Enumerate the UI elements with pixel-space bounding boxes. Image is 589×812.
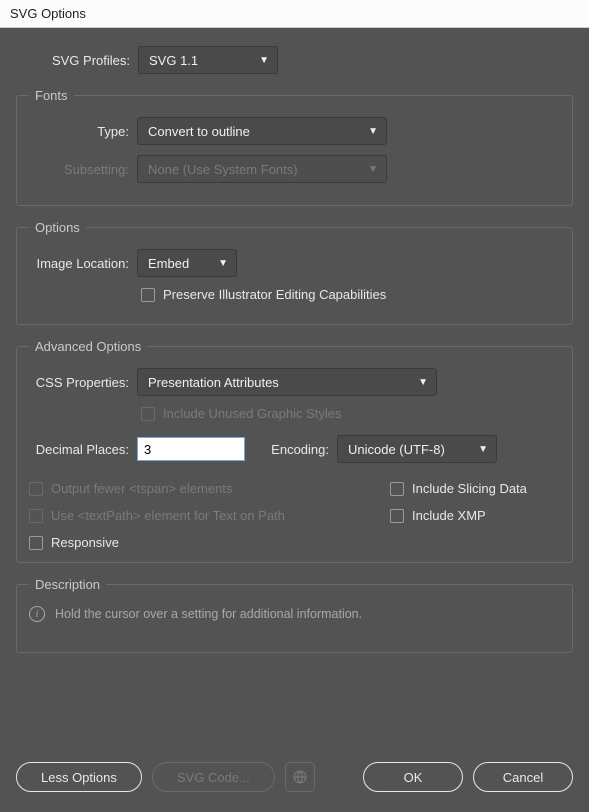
fonts-legend: Fonts (29, 88, 74, 103)
decimal-places-label: Decimal Places: (29, 442, 137, 457)
font-type-label: Type: (29, 124, 137, 139)
options-legend: Options (29, 220, 86, 235)
subsetting-value: None (Use System Fonts) (148, 162, 298, 177)
image-location-value: Embed (148, 256, 189, 271)
css-properties-value: Presentation Attributes (148, 375, 279, 390)
image-location-label: Image Location: (29, 256, 137, 271)
responsive-checkbox[interactable] (29, 536, 43, 550)
decimal-places-input[interactable] (137, 437, 245, 461)
subsetting-select: None (Use System Fonts) ▼ (137, 155, 387, 183)
preserve-editing-label: Preserve Illustrator Editing Capabilitie… (163, 287, 386, 302)
advanced-options-group: Advanced Options CSS Properties: Present… (16, 339, 573, 563)
options-group: Options Image Location: Embed ▼ Preserve… (16, 220, 573, 325)
chevron-down-icon: ▼ (259, 55, 269, 66)
chevron-down-icon: ▼ (218, 258, 228, 269)
info-icon: i (29, 606, 45, 622)
description-text: Hold the cursor over a setting for addit… (55, 607, 362, 621)
globe-icon (285, 762, 315, 792)
chevron-down-icon: ▼ (478, 444, 488, 455)
include-xmp-label: Include XMP (412, 508, 486, 523)
output-fewer-tspan-label: Output fewer <tspan> elements (51, 481, 232, 496)
output-fewer-tspan-checkbox (29, 482, 43, 496)
image-location-select[interactable]: Embed ▼ (137, 249, 237, 277)
svg-code-button: SVG Code... (152, 762, 275, 792)
use-textpath-label: Use <textPath> element for Text on Path (51, 508, 285, 523)
include-slicing-label: Include Slicing Data (412, 481, 527, 496)
responsive-label: Responsive (51, 535, 119, 550)
svg-profiles-select[interactable]: SVG 1.1 ▼ (138, 46, 278, 74)
include-unused-label: Include Unused Graphic Styles (163, 406, 341, 421)
advanced-legend: Advanced Options (29, 339, 147, 354)
css-properties-select[interactable]: Presentation Attributes ▼ (137, 368, 437, 396)
svg-profiles-value: SVG 1.1 (149, 53, 198, 68)
chevron-down-icon: ▼ (418, 377, 428, 388)
dialog-footer: Less Options SVG Code... OK Cancel (16, 762, 573, 792)
description-legend: Description (29, 577, 106, 592)
chevron-down-icon: ▼ (368, 126, 378, 137)
use-textpath-checkbox (29, 509, 43, 523)
include-unused-checkbox (141, 407, 155, 421)
description-group: Description i Hold the cursor over a set… (16, 577, 573, 653)
preserve-editing-checkbox[interactable] (141, 288, 155, 302)
font-type-select[interactable]: Convert to outline ▼ (137, 117, 387, 145)
include-slicing-checkbox[interactable] (390, 482, 404, 496)
encoding-select[interactable]: Unicode (UTF-8) ▼ (337, 435, 497, 463)
cancel-button[interactable]: Cancel (473, 762, 573, 792)
fonts-group: Fonts Type: Convert to outline ▼ Subsett… (16, 88, 573, 206)
chevron-down-icon: ▼ (368, 164, 378, 175)
ok-button[interactable]: OK (363, 762, 463, 792)
subsetting-label: Subsetting: (29, 162, 137, 177)
svg-profiles-label: SVG Profiles: (16, 53, 138, 68)
encoding-label: Encoding: (257, 442, 337, 457)
encoding-value: Unicode (UTF-8) (348, 442, 445, 457)
window-title: SVG Options (0, 0, 589, 28)
less-options-button[interactable]: Less Options (16, 762, 142, 792)
font-type-value: Convert to outline (148, 124, 250, 139)
css-properties-label: CSS Properties: (29, 375, 137, 390)
include-xmp-checkbox[interactable] (390, 509, 404, 523)
